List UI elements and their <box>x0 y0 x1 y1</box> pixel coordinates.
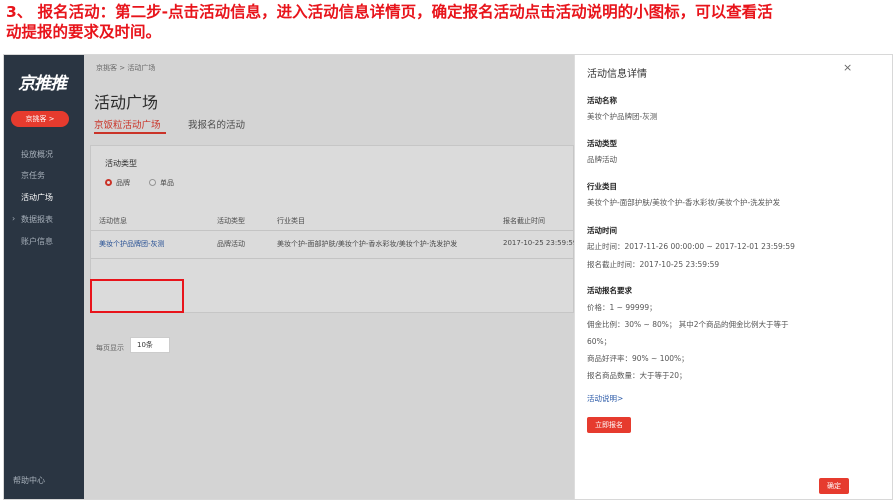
activity-description-link[interactable]: 活动说明> <box>587 393 623 404</box>
category-value: 美妆个护-面部护肤/美妆个护-香水彩妆/美妆个护-洗发护发 <box>587 198 781 207</box>
activity-time-range: 起止时间：2017-11-26 00:00:00 ~ 2017-12-01 23… <box>587 242 795 251</box>
app-screenshot: 京推推 京挑客 > 投放概况 京任务 活动广场 › 数据报表 账户信息 帮助中心… <box>3 54 893 500</box>
chevron-right-icon: › <box>12 214 16 223</box>
per-page-label: 每页显示 <box>96 344 124 352</box>
drawer-title: 活动信息详情 <box>587 69 647 80</box>
activity-type-value: 品牌活动 <box>587 155 617 164</box>
category-title: 行业类目 <box>587 182 617 191</box>
sidebar-item-overview[interactable]: 投放概况 <box>21 149 53 160</box>
sidebar-item-reports[interactable]: 数据报表 <box>21 214 53 225</box>
sidebar-item-tasks[interactable]: 京任务 <box>21 170 45 181</box>
requirement-line: 报名商品数量：大于等于20； <box>587 371 687 380</box>
activity-detail-drawer: 活动信息详情 × 活动名称 美妆个护品牌团-灰测 活动类型 品牌活动 行业类目 … <box>574 55 892 499</box>
sidebar-item-account[interactable]: 账户信息 <box>21 236 53 247</box>
shop-button[interactable]: 京挑客 > <box>11 111 69 127</box>
activity-name-value: 美妆个护品牌团-灰测 <box>587 112 658 121</box>
highlight-box <box>90 279 184 313</box>
requirement-line: 商品好评率：90% ~ 100%； <box>587 354 689 363</box>
requirement-line: 60%； <box>587 337 612 346</box>
logo: 京推推 <box>18 74 67 94</box>
requirement-line: 佣金比例：30% ~ 80%； 其中2个商品的佣金比例大于等于 <box>587 320 789 329</box>
instruction-text: 3、 报名活动：第二步-点击活动信息，进入活动信息详情页，确定报名活动点击活动说… <box>6 2 892 42</box>
instruction-line-1: 3、 报名活动：第二步-点击活动信息，进入活动信息详情页，确定报名活动点击活动说… <box>6 3 773 21</box>
sidebar: 京推推 京挑客 > 投放概况 京任务 活动广场 › 数据报表 账户信息 帮助中心 <box>4 55 84 499</box>
instruction-line-2: 动提报的要求及时间。 <box>6 23 162 41</box>
confirm-button[interactable]: 确定 <box>819 478 849 494</box>
help-center-link[interactable]: 帮助中心 <box>13 475 45 486</box>
modal-overlay <box>84 55 654 499</box>
activity-name-title: 活动名称 <box>587 96 617 105</box>
activity-time-title: 活动时间 <box>587 226 617 235</box>
requirement-line: 价格：1 ~ 99999； <box>587 303 657 312</box>
requirements-title: 活动报名要求 <box>587 286 632 295</box>
signup-now-button[interactable]: 立即报名 <box>587 417 631 433</box>
per-page-select[interactable]: 10条 <box>130 337 170 353</box>
close-icon[interactable]: × <box>843 61 852 74</box>
activity-type-title: 活动类型 <box>587 139 617 148</box>
sidebar-item-activity-square[interactable]: 活动广场 <box>21 192 53 203</box>
signup-deadline: 报名截止时间：2017-10-25 23:59:59 <box>587 260 720 269</box>
main-content: 京挑客 > 活动广场 活动广场 京饭粒活动广场 我报名的活动 活动类型 品牌 单… <box>84 55 654 499</box>
